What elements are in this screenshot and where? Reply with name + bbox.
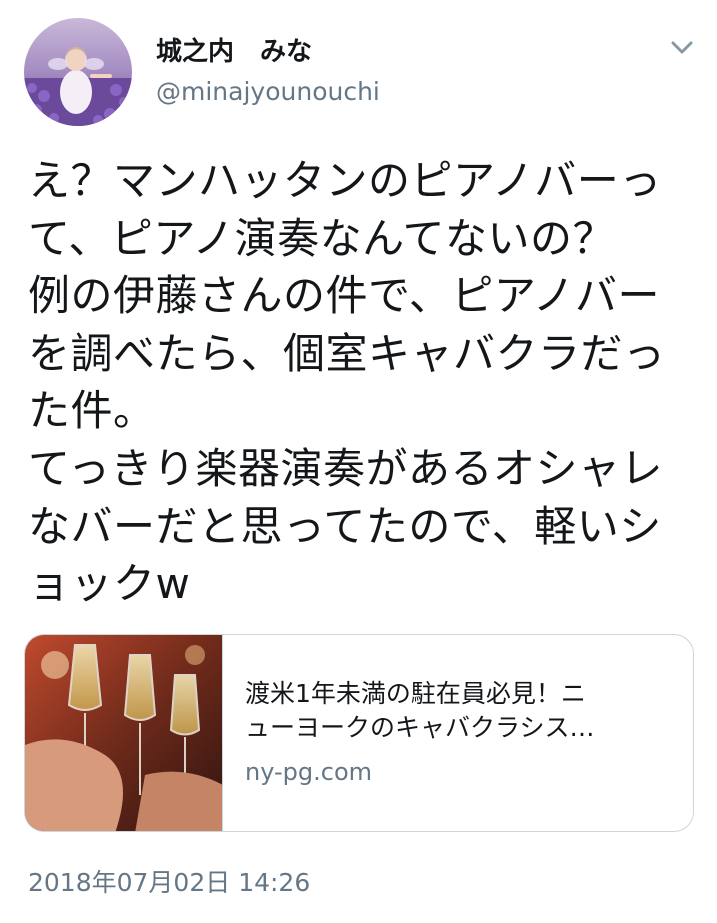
tweet: 城之内 みな @minajyounouchi え？マンハッタンのピアノバーって、… [0,0,717,923]
link-card[interactable]: 渡米1年未満の駐在員必見！ニ ューヨークのキャバクラシス… ny-pg.com [24,634,694,832]
chevron-down-icon[interactable] [670,40,694,56]
display-name[interactable]: 城之内 みな [156,34,380,70]
card-text: 渡米1年未満の駐在員必見！ニ ューヨークのキャバクラシス… ny-pg.com [245,677,665,789]
tweet-text: え？マンハッタンのピアノバーって、ピアノ演奏なんてないの？ 例の伊藤さんの件で、… [28,156,666,609]
card-title-line1: 渡米1年未満の駐在員必見！ニ [245,679,586,708]
avatar[interactable] [24,18,132,126]
user-handle[interactable]: @minajyounouchi [156,74,380,110]
card-thumbnail [25,635,223,831]
avatar-image [24,18,132,126]
card-title-line2: ューヨークのキャバクラシス… [245,713,595,742]
tweet-header: 城之内 みな @minajyounouchi [24,18,694,128]
user-names: 城之内 みな @minajyounouchi [156,34,380,110]
tweet-timestamp[interactable]: 2018年07月02日 14:26 [28,866,310,900]
card-domain: ny-pg.com [245,758,373,786]
